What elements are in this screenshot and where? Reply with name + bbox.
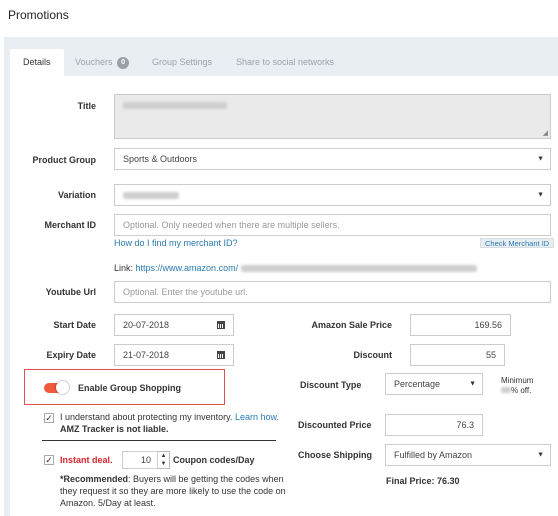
recommended-label: *Recommended — [60, 474, 129, 484]
recommendation-line-2: they request it so they are more likely … — [60, 486, 286, 496]
inventory-liability: AMZ Tracker is not liable. — [60, 424, 169, 434]
divider — [42, 440, 276, 441]
discount-type-label: Discount Type — [300, 380, 362, 390]
tab-group-settings[interactable]: Group Settings — [152, 49, 212, 76]
group-shopping-label: Enable Group Shopping — [78, 383, 181, 393]
tab-details[interactable]: Details — [10, 49, 64, 76]
tab-group-settings-label: Group Settings — [152, 57, 213, 67]
minimum-redacted — [501, 387, 511, 393]
inventory-text: I understand about protecting my invento… — [60, 411, 279, 423]
youtube-url-input[interactable]: Optional. Enter the youtube url. — [114, 281, 551, 303]
sale-price-label: Amazon Sale Price — [311, 320, 392, 330]
discount-input[interactable]: 55 — [410, 344, 505, 366]
coupon-codes-value: 10 — [140, 455, 151, 465]
start-date-input[interactable]: 20-07-2018 — [114, 314, 234, 336]
stepper-up-icon[interactable]: ▲ — [158, 452, 169, 460]
discount-value: 55 — [485, 350, 496, 360]
page-title: Promotions — [8, 8, 69, 22]
calendar-icon[interactable] — [217, 321, 225, 329]
merchant-id-input[interactable]: Optional. Only needed when there are mul… — [114, 214, 551, 236]
tab-share-social[interactable]: Share to social networks — [236, 49, 334, 76]
product-group-label: Product Group — [32, 155, 97, 165]
discounted-price-value: 76.3 — [456, 420, 474, 430]
expiry-date-input[interactable]: 21-07-2018 — [114, 344, 234, 366]
link-redacted — [240, 265, 477, 272]
variation-label: Variation — [57, 190, 96, 200]
discounted-price-label: Discounted Price — [298, 420, 372, 430]
recommendation-line-1: *Recommended: Buyers will be getting the… — [60, 473, 290, 485]
youtube-url-label: Youtube Url — [45, 287, 96, 297]
variation-redacted — [123, 191, 179, 199]
minimum-label: Minimum — [501, 376, 534, 385]
discount-type-value: Percentage — [394, 379, 441, 389]
product-group-select[interactable]: Sports & Outdoors ▼ — [114, 148, 551, 170]
discount-type-select[interactable]: Percentage ▼ — [385, 373, 483, 395]
instant-deal-checkbox[interactable]: ✓ — [44, 455, 54, 465]
chevron-down-icon: ▼ — [469, 380, 476, 388]
youtube-url-placeholder: Optional. Enter the youtube url. — [123, 287, 248, 297]
sale-price-input[interactable]: 169.56 — [410, 314, 511, 336]
tab-vouchers-label: Vouchers — [75, 57, 113, 67]
title-textarea[interactable]: ◢ — [114, 94, 551, 139]
check-merchant-id-button[interactable]: Check Merchant ID — [480, 238, 555, 248]
merchant-id-placeholder: Optional. Only needed when there are mul… — [123, 220, 340, 230]
tab-share-social-label: Share to social networks — [236, 57, 335, 67]
shipping-label: Choose Shipping — [298, 450, 372, 460]
tab-vouchers[interactable]: Vouchers 0 — [75, 49, 130, 76]
coupon-codes-unit: Coupon codes/Day — [173, 455, 255, 465]
minimum-value-row: % off. — [501, 386, 533, 396]
tab-details-label: Details — [23, 57, 51, 67]
coupon-codes-stepper[interactable]: ▲ ▼ — [158, 451, 170, 469]
final-price: Final Price: 76.30 — [386, 476, 460, 486]
chevron-down-icon: ▼ — [537, 155, 544, 163]
variation-select[interactable]: ▼ — [114, 184, 551, 206]
instant-deal-label: Instant deal. — [60, 455, 113, 465]
discount-label: Discount — [353, 350, 392, 360]
recommendation-line-3: Amazon. 5/Day at least. — [60, 498, 156, 508]
vouchers-count-badge: 0 — [117, 57, 130, 69]
product-group-value: Sports & Outdoors — [123, 154, 198, 164]
minimum-suffix: % off. — [511, 386, 532, 395]
sale-price-value: 169.56 — [474, 320, 502, 330]
coupon-codes-input[interactable]: 10 — [122, 451, 158, 469]
merchant-help-link[interactable]: How do I find my merchant ID? — [114, 238, 238, 248]
shipping-value: Fulfilled by Amazon — [394, 450, 473, 460]
start-date-value: 20-07-2018 — [123, 320, 170, 330]
link-url[interactable]: https://www.amazon.com/ — [136, 263, 239, 273]
chevron-down-icon: ▼ — [537, 451, 544, 459]
shipping-select[interactable]: Fulfilled by Amazon ▼ — [385, 444, 551, 466]
chevron-down-icon: ▼ — [537, 191, 544, 199]
learn-how-link[interactable]: Learn how. — [235, 412, 279, 422]
expiry-date-label: Expiry Date — [46, 350, 96, 360]
expiry-date-value: 21-07-2018 — [123, 350, 170, 360]
title-redacted — [123, 102, 227, 109]
product-link: Link: https://www.amazon.com/ — [114, 262, 477, 274]
minimum-note: Minimum % off. — [501, 376, 533, 396]
merchant-id-label: Merchant ID — [44, 220, 96, 230]
link-label: Link: — [114, 263, 134, 273]
inventory-checkbox[interactable]: ✓ — [44, 413, 54, 423]
inventory-text-main: I understand about protecting my invento… — [60, 412, 233, 422]
tab-bar: Details Vouchers 0 Group Settings Share … — [4, 49, 558, 76]
recommended-text: : Buyers will be getting the codes when — [128, 474, 284, 484]
calendar-icon[interactable] — [217, 351, 225, 359]
group-shopping-toggle[interactable] — [44, 381, 69, 394]
stepper-down-icon[interactable]: ▼ — [158, 460, 169, 468]
recommendation-text: *Recommended: Buyers will be getting the… — [60, 473, 290, 509]
group-shopping-box: Enable Group Shopping — [24, 369, 225, 405]
resize-handle-icon[interactable]: ◢ — [543, 129, 548, 137]
discounted-price-input[interactable]: 76.3 — [385, 414, 483, 436]
start-date-label: Start Date — [53, 320, 96, 330]
title-label: Title — [77, 101, 96, 111]
